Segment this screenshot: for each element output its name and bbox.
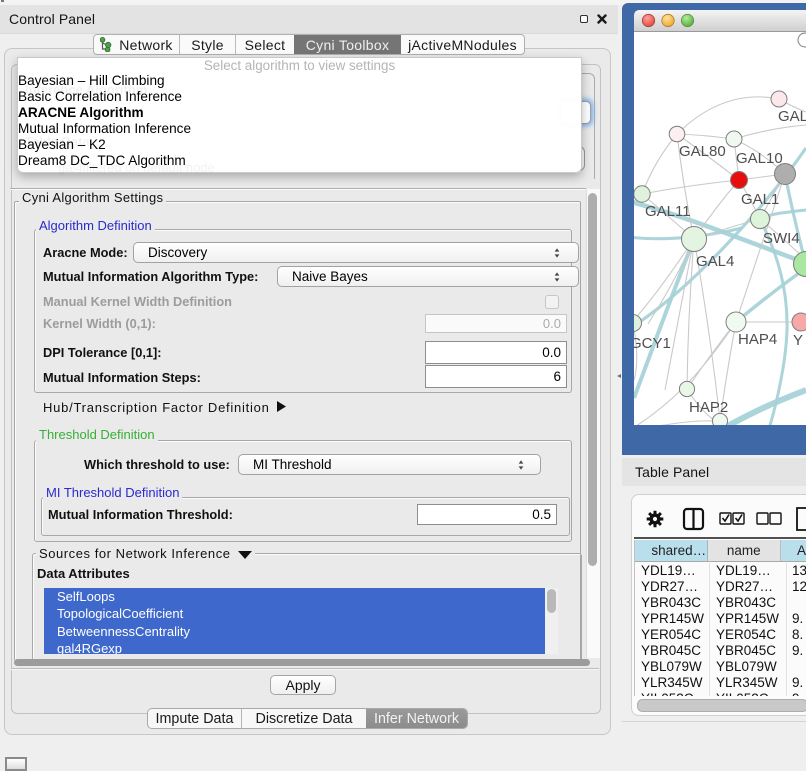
svg-text:GCY1: GCY1 (634, 335, 671, 352)
svg-text:Y: Y (793, 332, 803, 349)
svg-text:GAL10: GAL10 (736, 150, 783, 167)
svg-text:GAL11: GAL11 (645, 203, 691, 220)
svg-text:GAL2: GAL2 (778, 108, 806, 125)
svg-text:GAL1: GAL1 (741, 191, 779, 208)
svg-text:HAP2: HAP2 (689, 399, 728, 416)
svg-text:SWI4: SWI4 (763, 230, 800, 247)
svg-text:HAP4: HAP4 (738, 331, 777, 348)
svg-text:GAL80: GAL80 (679, 143, 726, 160)
svg-text:GAL4: GAL4 (696, 253, 734, 270)
